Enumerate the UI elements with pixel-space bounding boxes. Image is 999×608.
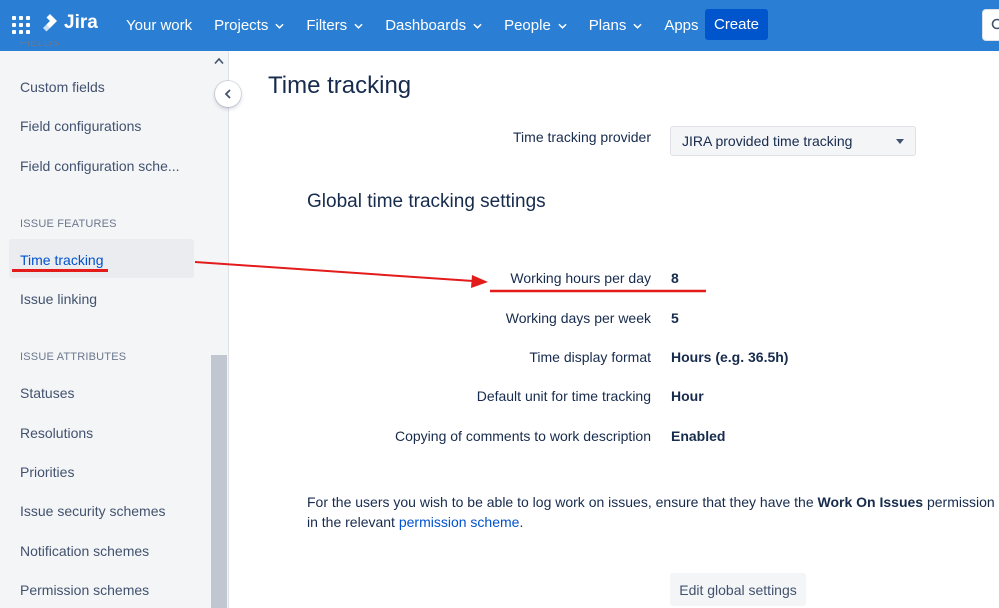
sidebar-item-field-configuration-schemes[interactable]: Field configuration sche...: [20, 158, 180, 174]
search-input[interactable]: [982, 9, 999, 41]
nav-label: Filters: [306, 17, 348, 34]
sidebar-item-field-configurations[interactable]: Field configurations: [20, 118, 141, 134]
sidebar-item-time-tracking[interactable]: Time tracking: [20, 252, 104, 268]
nav-label: Plans: [588, 17, 627, 34]
admin-sidebar: [0, 51, 210, 608]
chevron-down-icon: [633, 23, 642, 29]
main-nav: Your work Projects Filters Dashboards Pe…: [115, 0, 726, 51]
sidebar-section-issue-attributes: ISSUE ATTRIBUTES: [20, 351, 127, 363]
time-tracking-provider-select[interactable]: JIRA provided time tracking: [670, 126, 916, 156]
sidebar-section-issue-features: ISSUE FEATURES: [20, 218, 117, 230]
sidebar-item-resolutions[interactable]: Resolutions: [20, 425, 93, 441]
sidebar-item-issue-linking[interactable]: Issue linking: [20, 291, 97, 307]
annotation-underline-sidebar: [12, 269, 108, 272]
setting-label-display-format: Time display format: [529, 349, 651, 365]
app-switcher-icon[interactable]: [12, 16, 30, 34]
nav-label: Your work: [126, 17, 193, 34]
nav-label: Projects: [214, 17, 269, 34]
chevron-down-icon: [275, 23, 284, 29]
sidebar-item-priorities[interactable]: Priorities: [20, 464, 74, 480]
edit-global-settings-button[interactable]: Edit global settings: [670, 573, 806, 606]
note-permission-name: Work On Issues: [817, 494, 924, 510]
nav-dashboards[interactable]: Dashboards: [374, 0, 493, 51]
provider-label: Time tracking provider: [513, 129, 651, 145]
nav-label: People: [504, 17, 551, 34]
sidebar-section-fields: FIELDS: [20, 41, 60, 49]
create-button[interactable]: Create: [705, 9, 768, 40]
setting-label-hours-per-day: Working hours per day: [510, 270, 651, 286]
nav-people[interactable]: People: [493, 0, 578, 51]
sidebar-scrollbar-thumb[interactable]: [211, 355, 227, 608]
chevron-left-icon: [224, 89, 231, 99]
setting-value-default-unit: Hour: [671, 388, 704, 404]
sidebar-item-permission-schemes[interactable]: Permission schemes: [20, 582, 149, 598]
permission-note: For the users you wish to be able to log…: [307, 492, 999, 532]
nav-label: Dashboards: [385, 17, 467, 34]
jira-logo[interactable]: Jira: [42, 12, 98, 34]
provider-selected-value: JIRA provided time tracking: [682, 133, 853, 149]
nav-plans[interactable]: Plans: [578, 0, 654, 51]
setting-value-copy-comments: Enabled: [671, 428, 726, 444]
setting-value-display-format: Hours (e.g. 36.5h): [671, 349, 789, 365]
setting-value-days-per-week: 5: [671, 310, 679, 326]
sidebar-item-notification-schemes[interactable]: Notification schemes: [20, 543, 149, 559]
note-text: .: [519, 514, 524, 530]
chevron-down-icon: [354, 23, 363, 29]
nav-label: Apps: [664, 17, 699, 34]
global-settings-title: Global time tracking settings: [307, 191, 546, 212]
setting-label-days-per-week: Working days per week: [505, 310, 651, 326]
scroll-up-arrow-icon[interactable]: [214, 57, 224, 65]
sidebar-divider: [228, 51, 229, 608]
dropdown-caret-icon: [896, 139, 904, 144]
sidebar-item-issue-security-schemes[interactable]: Issue security schemes: [20, 503, 166, 519]
nav-your-work[interactable]: Your work: [115, 0, 203, 51]
setting-value-hours-per-day: 8: [671, 270, 679, 286]
nav-projects[interactable]: Projects: [203, 0, 295, 51]
note-text: For the users you wish to be able to log…: [307, 494, 818, 510]
setting-label-default-unit: Default unit for time tracking: [476, 388, 651, 404]
sidebar-item-custom-fields[interactable]: Custom fields: [20, 79, 105, 95]
search-icon: [991, 18, 999, 30]
product-name: Jira: [64, 12, 98, 33]
setting-label-copy-comments: Copying of comments to work description: [395, 428, 651, 444]
permission-scheme-link[interactable]: permission scheme: [399, 514, 520, 530]
collapse-sidebar-button[interactable]: [215, 81, 241, 107]
nav-filters[interactable]: Filters: [295, 0, 374, 51]
jira-logo-icon: [43, 14, 57, 32]
chevron-down-icon: [473, 23, 482, 29]
sidebar-item-statuses[interactable]: Statuses: [20, 385, 74, 401]
top-navigation-bar: Jira Your work Projects Filters Dashboar…: [0, 0, 999, 51]
page-title: Time tracking: [268, 72, 412, 99]
chevron-down-icon: [558, 23, 567, 29]
